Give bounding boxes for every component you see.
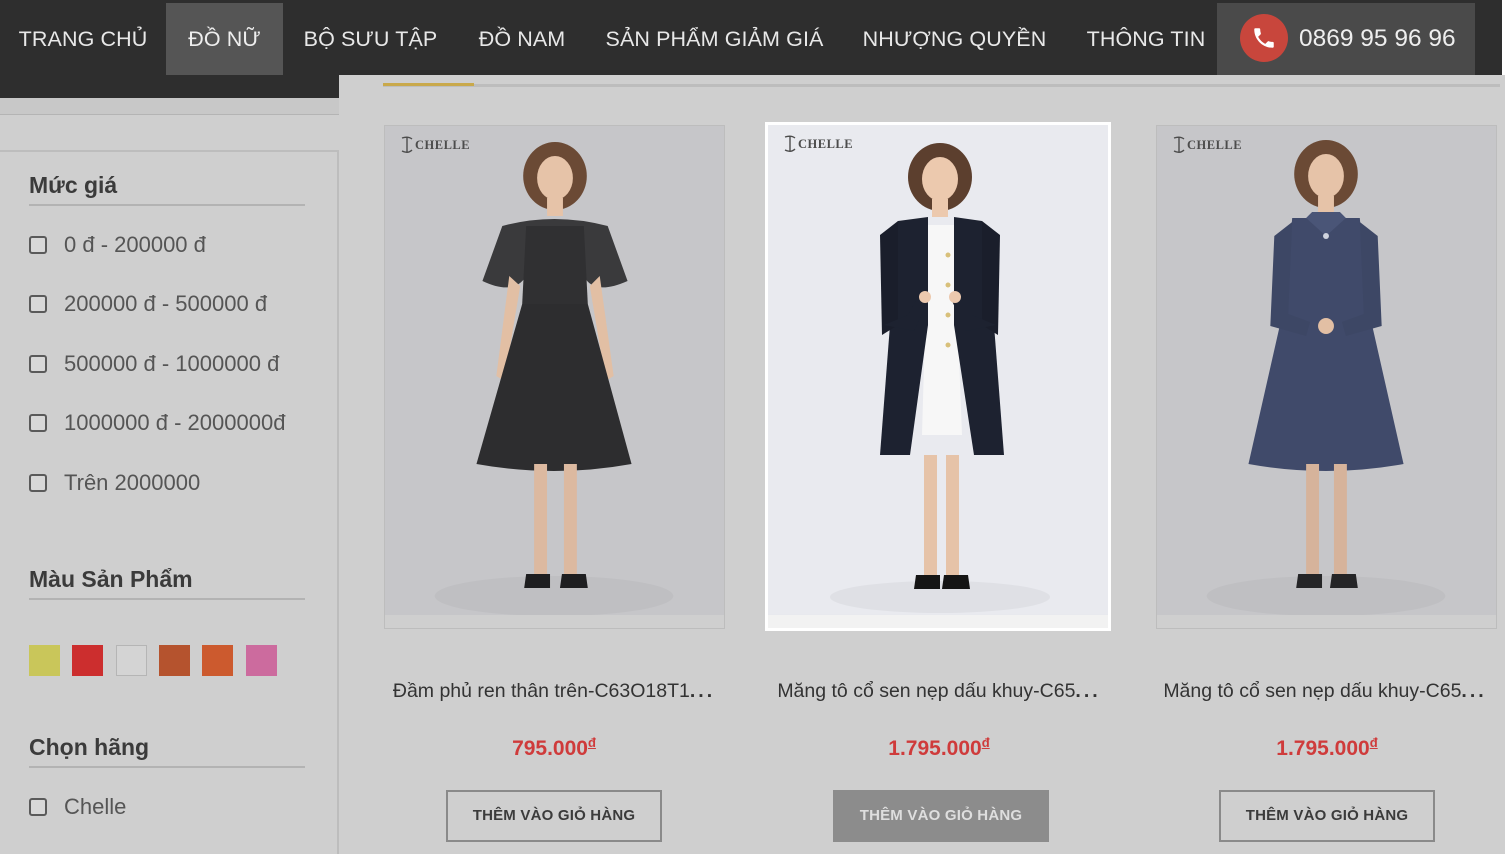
nav-item-trang-chu[interactable]: TRANG CHỦ [0, 0, 166, 75]
product-title-2[interactable]: Măng tô cổ sen nẹp dấu khuy-C65... [764, 680, 1114, 703]
brand-checkbox[interactable] [29, 798, 47, 816]
price-option-label: 500000 đ - 1000000 đ [64, 351, 280, 376]
brand-logo-text: CHELLE [798, 136, 854, 151]
color-swatch-red[interactable] [72, 645, 103, 676]
product-photo-lace-dress [385, 126, 724, 615]
image-footer [768, 615, 1108, 628]
price-currency: đ [587, 735, 596, 750]
chelle-logo-icon [401, 136, 413, 153]
nav-item-san-pham-giam-gia[interactable]: SẢN PHẨM GIẢM GIÁ [586, 0, 843, 75]
price-option-label: 0 đ - 200000 đ [64, 232, 206, 257]
nav-item-do-nam[interactable]: ĐỒ NAM [458, 0, 586, 75]
product-price-3: 1.795.000đ [1152, 735, 1502, 761]
price-currency: đ [1369, 735, 1378, 750]
add-to-cart-button-1[interactable]: THÊM VÀO GIỎ HÀNG [446, 790, 662, 842]
price-checkbox[interactable] [29, 474, 47, 492]
brand-option-label: Chelle [64, 794, 127, 819]
chelle-logo-icon [784, 135, 796, 152]
price-currency: đ [981, 735, 990, 750]
phone-icon [1240, 14, 1288, 62]
price-checkbox[interactable] [29, 236, 47, 254]
brand-logo: CHELLE [399, 136, 470, 154]
product-title-text: Đầm phủ ren thân trên-C63O18T1 [392, 680, 690, 702]
nav-item-do-nu[interactable]: ĐỒ NỮ [166, 3, 283, 75]
image-footer [385, 615, 724, 628]
product-image-3[interactable]: CHELLE [1156, 125, 1497, 629]
color-swatch-white[interactable] [116, 645, 147, 676]
product-price-1: 795.000đ [379, 735, 729, 761]
title-ellipsis: ... [1075, 680, 1101, 702]
sidebar-top-bar [0, 75, 339, 98]
add-to-cart-button-2[interactable]: THÊM VÀO GIỎ HÀNG [833, 790, 1049, 842]
image-footer [1157, 615, 1496, 628]
active-tab-indicator [383, 83, 474, 86]
tab-underline [383, 84, 1500, 87]
product-photo-black-coat [768, 125, 1108, 614]
price-checkbox[interactable] [29, 355, 47, 373]
hotline-number: 0869 95 96 96 [1299, 25, 1456, 52]
product-title-text: Măng tô cổ sen nẹp dấu khuy-C65 [1163, 680, 1462, 702]
price-checkbox[interactable] [29, 414, 47, 432]
price-checkbox[interactable] [29, 295, 47, 313]
price-option-label: Trên 2000000 [64, 470, 201, 495]
price-option-0-200k[interactable]: 0 đ - 200000 đ [29, 232, 206, 257]
top-navigation-bar: TRANG CHỦ ĐỒ NỮ BỘ SƯU TẬP ĐỒ NAM SẢN PH… [0, 0, 1505, 75]
color-swatch-orange[interactable] [202, 645, 233, 676]
title-ellipsis: ... [689, 680, 716, 702]
price-value: 1.795.000 [888, 737, 982, 760]
brand-option-chelle[interactable]: Chelle [29, 794, 127, 819]
nav-item-nhuong-quyen[interactable]: NHƯỢNG QUYỀN [843, 0, 1066, 75]
product-title-text: Măng tô cổ sen nẹp dấu khuy-C65 [777, 680, 1076, 702]
nav-item-thong-tin[interactable]: THÔNG TIN [1066, 0, 1226, 75]
chelle-logo-icon [1173, 136, 1185, 153]
brand-logo: CHELLE [782, 135, 853, 153]
sidebar-header-strip [0, 98, 339, 115]
product-title-1[interactable]: Đầm phủ ren thân trên-C63O18T1... [379, 680, 729, 703]
add-to-cart-button-3[interactable]: THÊM VÀO GIỎ HÀNG [1219, 790, 1435, 842]
product-title-3[interactable]: Măng tô cổ sen nẹp dấu khuy-C65... [1150, 680, 1500, 703]
price-option-500k-1m[interactable]: 500000 đ - 1000000 đ [29, 351, 280, 376]
color-swatch-yellow[interactable] [29, 645, 60, 676]
color-swatch-brown[interactable] [159, 645, 190, 676]
product-image-1[interactable]: CHELLE [384, 125, 725, 629]
title-ellipsis: ... [1461, 680, 1487, 702]
price-value: 1.795.000 [1276, 737, 1370, 760]
price-option-label: 1000000 đ - 2000000đ [64, 410, 286, 435]
brand-logo-text: CHELLE [415, 137, 471, 152]
product-image-2[interactable]: CHELLE [765, 122, 1111, 631]
price-filter-heading: Mức giá [29, 172, 305, 206]
price-value: 795.000 [512, 737, 588, 760]
price-option-over-2m[interactable]: Trên 2000000 [29, 470, 201, 495]
product-price-2: 1.795.000đ [764, 735, 1114, 761]
brand-logo: CHELLE [1171, 136, 1242, 154]
price-option-label: 200000 đ - 500000 đ [64, 291, 268, 316]
price-option-200k-500k[interactable]: 200000 đ - 500000 đ [29, 291, 268, 316]
hotline-button[interactable]: 0869 95 96 96 [1217, 3, 1475, 75]
brand-logo-text: CHELLE [1187, 137, 1243, 152]
brand-filter-heading: Chọn hãng [29, 734, 305, 768]
color-swatch-pink[interactable] [246, 645, 277, 676]
color-filter-heading: Màu Sản Phẩm [29, 566, 305, 600]
nav-item-bo-suu-tap[interactable]: BỘ SƯU TẬP [283, 0, 458, 75]
price-option-1m-2m[interactable]: 1000000 đ - 2000000đ [29, 410, 286, 435]
product-photo-navy-coat [1157, 126, 1496, 615]
